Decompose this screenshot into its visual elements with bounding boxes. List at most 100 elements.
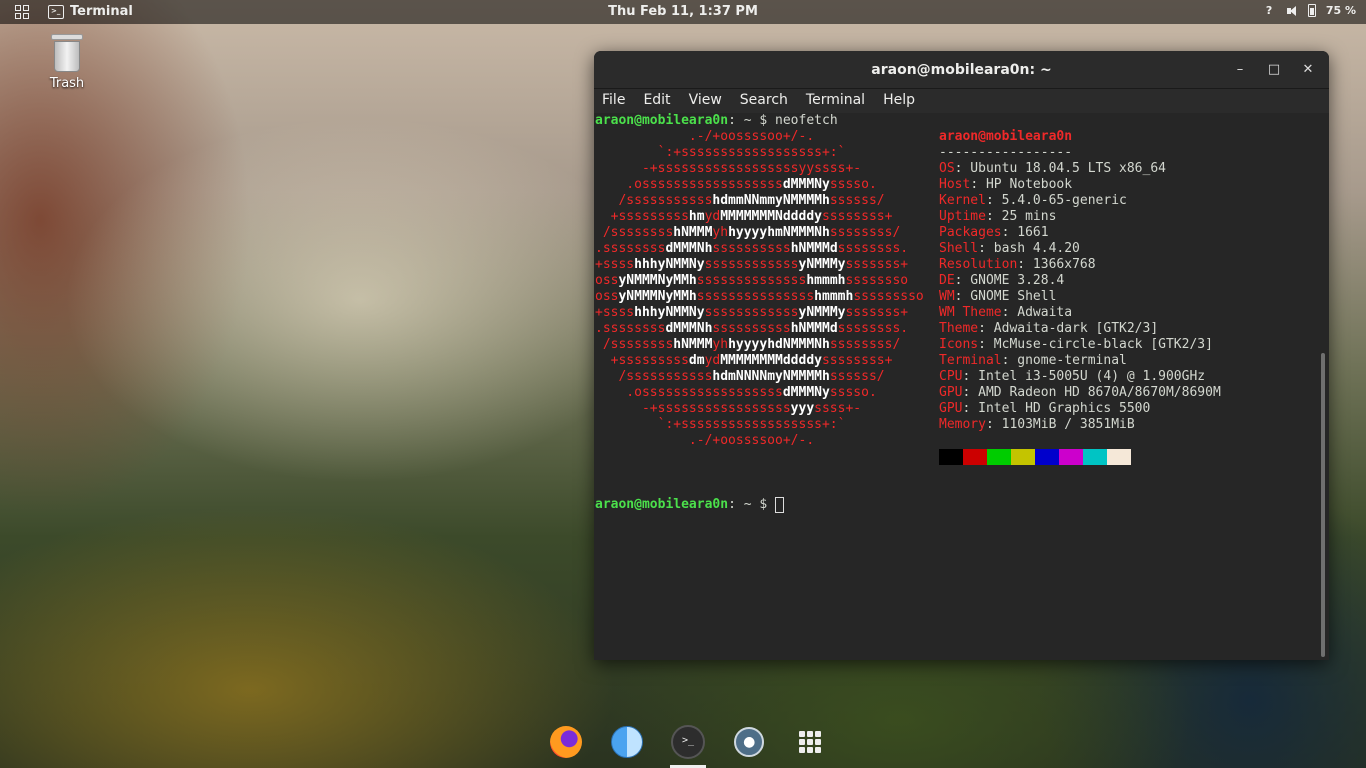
info-value: : Intel i3-5005U (4) @ 1.900GHz (962, 369, 1206, 384)
battery-percent[interactable]: 75 % (1326, 4, 1356, 17)
minimize-button[interactable]: – (1227, 57, 1253, 83)
info-row: Shell: bash 4.4.20 (939, 241, 1221, 257)
trash-desktop-icon[interactable]: Trash (40, 34, 94, 91)
logo-segment: hdmmNNmmyNMMMMh (712, 193, 830, 208)
info-key: WM (939, 289, 955, 304)
logo-segment: sssssssso (853, 289, 924, 304)
logo-segment: ssssssssss (712, 321, 791, 336)
info-value: : 5.4.0-65-generic (985, 193, 1127, 208)
show-apps-icon[interactable] (799, 731, 822, 753)
logo-segment: /sssssssssss (595, 193, 713, 208)
info-row: WM Theme: Adwaita (939, 305, 1221, 321)
logo-segment: sssso. (829, 177, 877, 192)
info-header: araon@mobileara0n (939, 129, 1073, 144)
logo-segment: yh (712, 337, 729, 352)
logo-segment: yh (712, 225, 729, 240)
info-key: Shell (939, 241, 979, 256)
logo-segment: dMMMNy (782, 385, 830, 400)
trash-icon[interactable] (51, 34, 83, 72)
menu-view[interactable]: View (689, 89, 722, 113)
info-key: OS (939, 161, 955, 176)
dock-finder[interactable] (601, 716, 652, 768)
info-row: GPU: AMD Radeon HD 8670A/8670M/8690M (939, 385, 1221, 401)
logo-line: -+sssssssssssssssssyyyssss+- (595, 401, 924, 417)
color-swatch (1011, 449, 1035, 465)
logo-segment: .ssssssss (595, 321, 666, 336)
logo-segment: ssss+- (814, 401, 862, 416)
logo-line: .ossssssssssssssssssdMMMNysssso. (595, 385, 924, 401)
logo-segment: hdmNNNNmyNMMMMh (712, 369, 830, 384)
info-row: CPU: Intel i3-5005U (4) @ 1.900GHz (939, 369, 1221, 385)
logo-segment: hNMMMd (790, 241, 838, 256)
terminal-window[interactable]: araon@mobileara0n: ~ – □ ✕ File Edit Vie… (594, 51, 1329, 660)
terminal-icon[interactable]: >_ (671, 725, 705, 759)
prompt-colon: : (728, 113, 744, 128)
info-value: : 25 mins (985, 209, 1057, 224)
info-row: Icons: McMuse-circle-black [GTK2/3] (939, 337, 1221, 353)
logo-line: +sssssssssdmydMMMMMMMMddddyssssssss+ (595, 353, 924, 369)
color-swatch (1083, 449, 1107, 465)
network-icon[interactable] (1264, 4, 1276, 17)
scrollbar[interactable] (1318, 113, 1329, 660)
system-tray[interactable]: 75 % (1264, 4, 1356, 17)
dock-terminal[interactable]: >_ (662, 716, 713, 768)
info-key: DE (939, 273, 955, 288)
info-value: : GNOME 3.28.4 (954, 273, 1065, 288)
prompt-symbol: $ (759, 497, 776, 512)
close-button[interactable]: ✕ (1295, 57, 1321, 83)
logo-segment: hNMMMd (790, 321, 838, 336)
logo-segment: yyy (790, 401, 815, 416)
menu-edit[interactable]: Edit (643, 89, 670, 113)
info-value: : 1661 (1001, 225, 1049, 240)
prompt-symbol: $ (759, 113, 776, 128)
menu-terminal[interactable]: Terminal (806, 89, 865, 113)
logo-segment: yd (704, 209, 721, 224)
logo-segment: ssssssss. (837, 321, 909, 336)
logo-segment: ssssss/ (829, 369, 885, 384)
logo-segment: MMMMMMMNddddy (720, 209, 822, 224)
info-row: Packages: 1661 (939, 225, 1221, 241)
logo-segment: -+ssssssssssssssssssyyssss+- (595, 161, 862, 176)
dock-show-apps[interactable] (785, 716, 836, 768)
menu-search[interactable]: Search (740, 89, 788, 113)
logo-segment: dMMMNh (665, 241, 713, 256)
info-row: Uptime: 25 mins (939, 209, 1221, 225)
battery-icon[interactable] (1307, 4, 1316, 17)
window-titlebar[interactable]: araon@mobileara0n: ~ – □ ✕ (594, 51, 1329, 89)
menu-file[interactable]: File (602, 89, 625, 113)
terminal-output[interactable]: araon@mobileara0n: ~ $ neofetch .-/+ooss… (594, 113, 1318, 660)
firefox-icon[interactable] (549, 726, 582, 758)
logo-segment: dMMMNh (665, 321, 713, 336)
dock-firefox[interactable] (540, 716, 591, 768)
clock[interactable]: Thu Feb 11, 1:37 PM (0, 4, 1366, 19)
info-key: Terminal (939, 353, 1002, 368)
trash-label: Trash (49, 76, 85, 91)
finder-icon[interactable] (610, 726, 643, 758)
logo-segment: +sssssssss (595, 209, 689, 224)
info-row: Memory: 1103MiB / 3851MiB (939, 417, 1221, 433)
info-row: WM: GNOME Shell (939, 289, 1221, 305)
maximize-button[interactable]: □ (1261, 57, 1287, 83)
info-separator: ----------------- (939, 145, 1073, 160)
info-value: : 1103MiB / 3851MiB (985, 417, 1135, 432)
info-row: OS: Ubuntu 18.04.5 LTS x86_64 (939, 161, 1221, 177)
logo-segment: hmmmh (806, 273, 846, 288)
logo-line: +sssshhhyNMMNyssssssssssssyNMMMysssssss+ (595, 305, 924, 321)
drop-icon[interactable]: ● (734, 727, 765, 757)
logo-line: .-/+oossssoo+/-. (595, 129, 924, 145)
info-key: Host (939, 177, 971, 192)
color-swatch (1035, 449, 1059, 465)
logo-segment: ssssssssssssss (696, 273, 807, 288)
volume-icon[interactable] (1286, 5, 1298, 17)
logo-segment: ssssssss+ (821, 353, 893, 368)
scrollbar-thumb[interactable] (1321, 353, 1325, 657)
info-key: Memory (939, 417, 986, 432)
dock: >_ ● (530, 716, 836, 768)
menu-help[interactable]: Help (883, 89, 915, 113)
logo-segment: .ossssssssssssssssss (595, 177, 783, 192)
info-key: Resolution (939, 257, 1018, 272)
info-key: Packages (939, 225, 1002, 240)
dock-drop[interactable]: ● (724, 716, 775, 768)
info-key: Kernel (939, 193, 986, 208)
prompt-line[interactable]: araon@mobileara0n: ~ $ (595, 497, 785, 513)
